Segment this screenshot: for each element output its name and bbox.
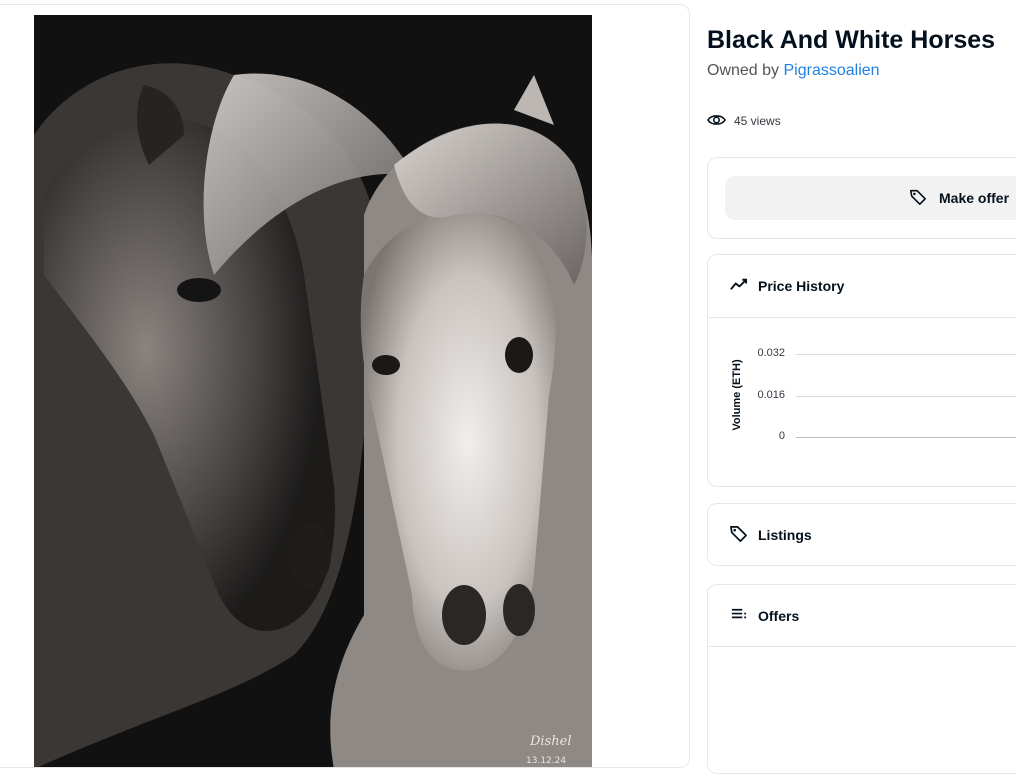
listings-header[interactable]: Listings: [708, 504, 1016, 566]
media-card: Dishel 13.12.24: [0, 4, 690, 768]
offer-panel: Make offer: [707, 157, 1016, 239]
eye-icon: [707, 113, 726, 130]
price-history-header[interactable]: Price History: [708, 255, 1016, 318]
y-axis-label: Volume (ETH): [731, 359, 743, 431]
gridline: [796, 354, 1016, 355]
y-tick-label: 0.032: [757, 347, 785, 359]
baseline: [796, 437, 1016, 438]
price-history-panel: Price History Volume (ETH) 0.032 0.016 0: [707, 254, 1016, 487]
y-tick-label: 0: [778, 430, 785, 442]
artist-signature: Dishel: [529, 734, 571, 749]
owner-link[interactable]: Pigrassoalien: [784, 62, 880, 79]
views-count: 45 views: [707, 112, 781, 130]
horses-drawing: Dishel 13.12.24: [34, 15, 592, 767]
offers-panel: Offers: [707, 584, 1016, 774]
price-history-chart: Volume (ETH) 0.032 0.016 0: [708, 318, 1016, 486]
price-history-title: Price History: [758, 278, 845, 294]
make-offer-label: Make offer: [939, 190, 1010, 206]
make-offer-button[interactable]: Make offer: [725, 176, 1016, 220]
item-title: Black And White Horses: [707, 26, 996, 54]
list-icon: [729, 605, 748, 627]
trend-line-icon: [729, 275, 748, 297]
y-tick-label: 0.016: [757, 389, 785, 401]
tag-icon: [729, 524, 748, 546]
listings-panel: Listings: [707, 503, 1016, 566]
gridline: [796, 396, 1016, 397]
signature-date: 13.12.24: [526, 756, 566, 766]
nft-item-page: Dishel 13.12.24 Black And White Horses O…: [0, 0, 1016, 778]
views-text: 45 views: [734, 114, 781, 128]
owner-line: Owned by Pigrassoalien: [707, 62, 880, 80]
artwork-image[interactable]: Dishel 13.12.24: [34, 15, 592, 767]
tag-icon: [909, 188, 927, 209]
owned-by-prefix: Owned by: [707, 62, 780, 79]
offers-header[interactable]: Offers: [708, 585, 1016, 647]
listings-title: Listings: [758, 527, 812, 543]
offers-title: Offers: [758, 607, 800, 624]
